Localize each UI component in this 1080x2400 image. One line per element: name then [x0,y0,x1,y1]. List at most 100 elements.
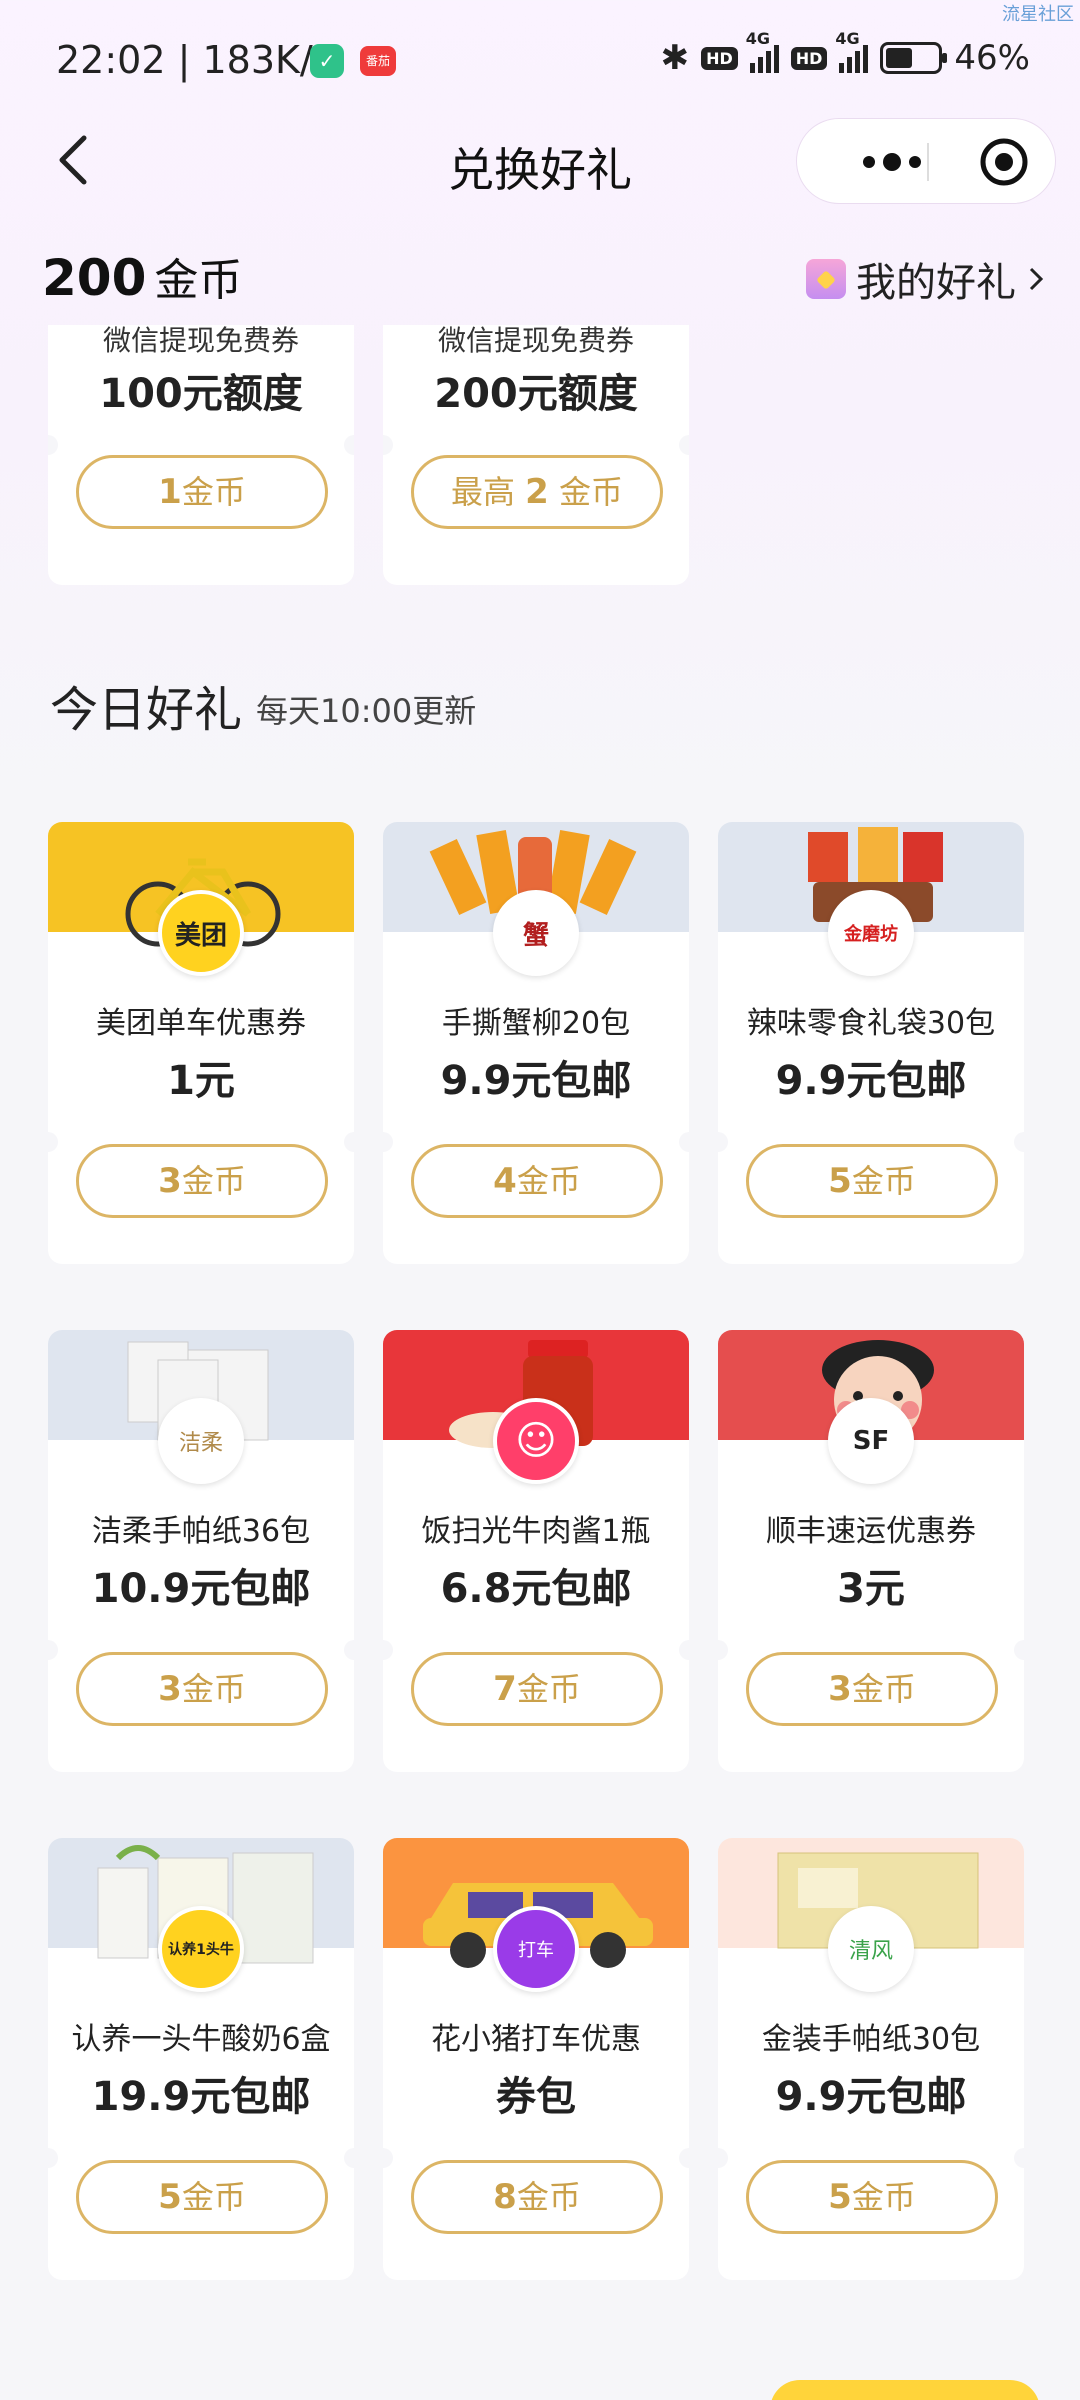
redeem-button[interactable]: 7金币 [411,1652,663,1726]
redeem-button[interactable]: 4金币 [411,1144,663,1218]
network-type-2: 4G [835,29,860,48]
signal-icon-2: 4G [835,29,869,73]
floating-action-button[interactable] [770,2380,1040,2400]
brand-logo-text: 打车 [518,1940,554,1961]
redeem-button[interactable]: 8金币 [411,2160,663,2234]
coin-unit: 金币 [181,2178,246,2216]
gift-name: 美团单车优惠券 [96,1006,306,1041]
brand-logo-icon: ☺ [493,1398,579,1484]
brand-logo-text: ☺ [515,1418,557,1464]
coin-cost: 3 [158,1669,182,1709]
status-time: 22:02 | 183K/s [56,38,333,82]
gift-price: 1元 [167,1058,235,1104]
signal-icon: 4G [746,29,779,73]
coin-unit: 金币 [516,1670,581,1708]
target-close-icon [980,138,1028,186]
brand-logo-text: SF [852,1426,890,1456]
gift-price: 10.9元包邮 [91,1566,311,1612]
gift-price: 9.9元包邮 [775,1058,967,1104]
coin-unit: 金币 [516,2178,581,2216]
coin-cost: 7 [493,1669,517,1709]
gift-price: 券包 [496,2074,576,2120]
coin-balance: 200 金币 [42,244,242,308]
coin-unit: 金币 [181,1670,246,1708]
hd-badge: HD [701,46,738,70]
gift-name: 顺丰速运优惠券 [766,1514,976,1549]
brand-logo-icon: 美团 [158,890,244,976]
gift-price: 19.9元包邮 [91,2074,311,2120]
redeem-button[interactable]: 最高 2 金币 [411,455,663,529]
status-right: ✱ HD 4G HD 4G 46% [660,29,1030,78]
network-type: 4G [745,29,771,48]
novel-app-icon: 番茄 [360,46,396,76]
close-mini-program-button[interactable] [969,119,1039,205]
hd-badge-2: HD [790,46,828,70]
brand-logo-text: 蟹 [522,920,549,951]
brand-logo-icon: 清风 [828,1906,914,1992]
section-title: 今日好礼 [50,682,243,738]
coin-cost: 3 [828,1669,852,1709]
brand-logo-text: 清风 [848,1939,893,1964]
bluetooth-icon: ✱ [660,38,690,78]
my-gifts-link[interactable]: 我的好礼 [806,250,1046,308]
withdraw-coupons-row: 微信提现免费券 100元额度 1金币 微信提现免费券 200元额度 最高 2 金… [0,325,1080,595]
redeem-button[interactable]: 3金币 [746,1652,998,1726]
coin-cost: 4 [493,1161,517,1201]
battery-level: 46% [954,38,1030,78]
more-button[interactable] [837,119,947,205]
brand-logo-icon: SF [828,1398,914,1484]
gift-name: 饭扫光牛肉酱1瓶 [421,1514,651,1549]
chevron-right-icon [1029,267,1044,291]
coin-cost: 8 [493,2177,517,2217]
coin-unit: 金币 [516,1162,581,1200]
my-gifts-label: 我的好礼 [856,260,1016,306]
redeem-button[interactable]: 5金币 [746,2160,998,2234]
shield-app-icon: ✓ [310,44,344,78]
brand-logo-icon: 洁柔 [158,1398,244,1484]
coupon-subtitle: 微信提现免费券 [102,325,299,357]
gift-card[interactable]: 清风金装手帕纸30包 9.9元包邮 5金币 [718,1838,1024,2280]
redeem-button[interactable]: 1金币 [76,455,328,529]
gift-card[interactable]: ☺ 饭扫光牛肉酱1瓶 6.8元包邮 7金币 [383,1330,689,1772]
withdraw-coupon-card[interactable]: 微信提现免费券 100元额度 1金币 [48,325,354,585]
coin-cost: 5 [828,2177,852,2217]
brand-logo-text: 洁柔 [178,1431,223,1456]
gift-name: 洁柔手帕纸36包 [91,1514,311,1549]
coin-unit: 金币 [851,1162,916,1200]
gift-card[interactable]: 金磨坊辣味零食礼袋30包 9.9元包邮 5金币 [718,822,1024,1264]
gift-name: 金装手帕纸30包 [761,2022,981,2057]
gift-price: 3元 [837,1566,905,1612]
coupon-subtitle: 微信提现免费券 [437,325,634,357]
gift-card[interactable]: 认养1头牛认养一头牛酸奶6盒 19.9元包邮 5金币 [48,1838,354,2280]
brand-logo-text: 认养1头牛 [168,1942,234,1958]
withdraw-coupon-card[interactable]: 微信提现免费券 200元额度 最高 2 金币 [383,325,689,585]
section-subtitle: 每天10:00更新 [256,692,477,730]
brand-logo-icon: 蟹 [493,890,579,976]
gift-card[interactable]: 洁柔洁柔手帕纸36包 10.9元包邮 3金币 [48,1330,354,1772]
redeem-button[interactable]: 5金币 [76,2160,328,2234]
gift-card[interactable]: SF 顺丰速运优惠券 3元 3金币 [718,1330,1024,1772]
coin-cost: 5 [828,1161,852,1201]
brand-logo-icon: 金磨坊 [828,890,914,976]
redeem-button[interactable]: 3金币 [76,1652,328,1726]
coin-unit: 金币 [851,2178,916,2216]
gift-name: 手撕蟹柳20包 [441,1006,631,1041]
coin-cost: 3 [158,1161,182,1201]
gift-card[interactable]: 蟹手撕蟹柳20包 9.9元包邮 4金币 [383,822,689,1264]
gift-name: 辣味零食礼袋30包 [746,1006,996,1041]
coupon-amount: 200元额度 [434,371,638,417]
gift-price: 9.9元包邮 [775,2074,967,2120]
brand-logo-icon: 打车 [493,1906,579,1992]
gift-name: 认养一头牛酸奶6盒 [71,2022,331,2057]
coin-unit: 金币 [851,1670,916,1708]
gift-card[interactable]: 打车 花小猪打车优惠 券包 8金币 [383,1838,689,2280]
gift-price: 6.8元包邮 [440,1566,632,1612]
redeem-button[interactable]: 5金币 [746,1144,998,1218]
redeem-button[interactable]: 3金币 [76,1144,328,1218]
brand-logo-text: 美团 [174,920,227,951]
status-bar: 22:02 | 183K/s ✓ 番茄 ✱ HD 4G HD 4G 46% [0,0,1080,120]
coin-cost: 5 [158,2177,182,2217]
coin-balance-unit: 金币 [154,255,243,306]
brand-logo-text: 金磨坊 [844,924,898,945]
gift-card[interactable]: 美团美团单车优惠券 1元 3金币 [48,822,354,1264]
